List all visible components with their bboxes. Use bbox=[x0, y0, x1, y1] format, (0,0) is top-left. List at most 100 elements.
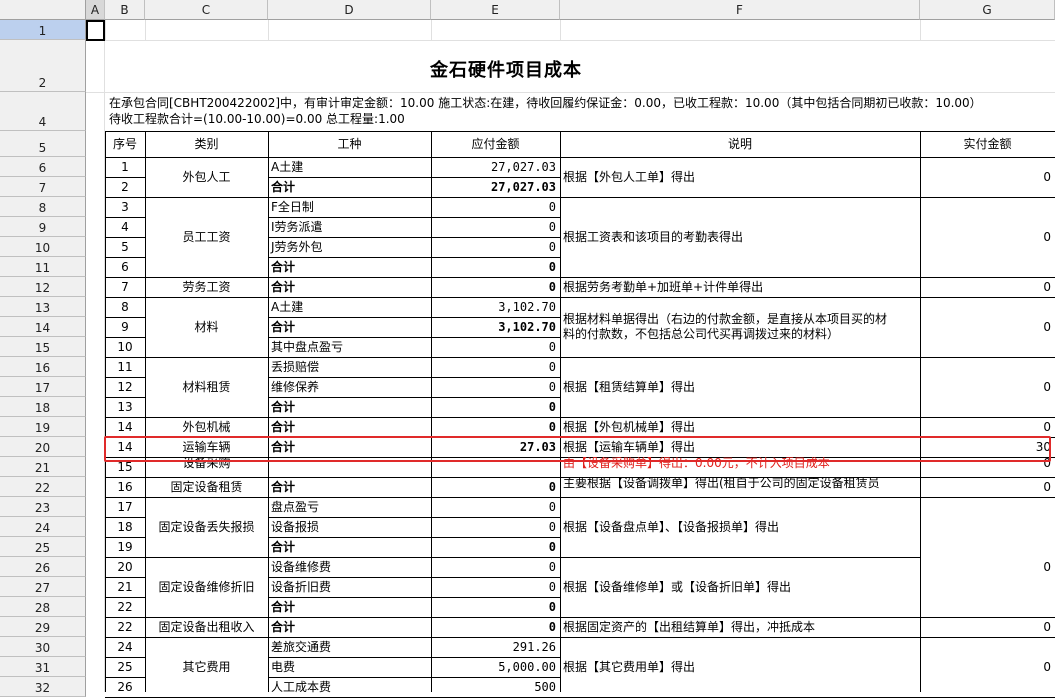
payable-cell[interactable]: 27,027.03 bbox=[431, 177, 560, 197]
category-cell[interactable]: 运输车辆 bbox=[145, 437, 268, 457]
description-cell-red[interactable]: 由【设备采购单】得出：0.00元，不计入项目成本 bbox=[560, 457, 920, 469]
row-header[interactable]: 28 bbox=[0, 597, 86, 617]
work-type-cell[interactable]: 合计 bbox=[268, 617, 431, 637]
payable-cell[interactable]: 0 bbox=[431, 597, 560, 617]
payable-cell[interactable]: 0 bbox=[431, 477, 560, 497]
seq-cell[interactable]: 25 bbox=[105, 657, 145, 677]
description-cell[interactable]: 根据【运输车辆单】得出 bbox=[560, 437, 920, 457]
payable-cell[interactable]: 0 bbox=[431, 617, 560, 637]
payable-cell[interactable] bbox=[431, 457, 560, 477]
paid-cell[interactable]: 0 bbox=[920, 277, 1055, 297]
work-type-cell[interactable]: 合计 bbox=[268, 597, 431, 617]
payable-cell[interactable]: 0 bbox=[431, 377, 560, 397]
row-header[interactable]: 17 bbox=[0, 377, 86, 397]
payable-cell[interactable]: 0 bbox=[431, 277, 560, 297]
column-header-b[interactable]: B bbox=[105, 0, 145, 20]
column-header-g[interactable]: G bbox=[920, 0, 1055, 20]
row-header[interactable]: 6 bbox=[0, 157, 86, 177]
seq-cell[interactable]: 11 bbox=[105, 357, 145, 377]
active-cell-a1[interactable] bbox=[86, 20, 105, 41]
work-type-cell[interactable]: 电费 bbox=[268, 657, 431, 677]
category-cell[interactable]: 固定设备租赁 bbox=[145, 477, 268, 497]
payable-cell[interactable]: 500 bbox=[431, 677, 560, 697]
payable-cell[interactable]: 27,027.03 bbox=[431, 157, 560, 177]
seq-cell[interactable]: 7 bbox=[105, 277, 145, 297]
category-cell[interactable]: 外包机械 bbox=[145, 417, 268, 437]
description-cell[interactable]: 根据固定资产的【出租结算单】得出，冲抵成本 bbox=[560, 617, 920, 637]
work-type-cell[interactable]: 合计 bbox=[268, 257, 431, 277]
work-type-cell[interactable]: 合计 bbox=[268, 277, 431, 297]
row-header[interactable]: 20 bbox=[0, 437, 86, 457]
work-type-cell[interactable]: I劳务派遣 bbox=[268, 217, 431, 237]
seq-cell[interactable]: 10 bbox=[105, 337, 145, 357]
work-type-cell[interactable]: 合计 bbox=[268, 437, 431, 457]
seq-cell[interactable]: 17 bbox=[105, 497, 145, 517]
column-header-e[interactable]: E bbox=[431, 0, 560, 20]
payable-cell[interactable]: 0 bbox=[431, 357, 560, 377]
seq-cell[interactable]: 22 bbox=[105, 597, 145, 617]
row-header[interactable]: 2 bbox=[0, 40, 86, 92]
work-type-cell[interactable]: 设备折旧费 bbox=[268, 577, 431, 597]
column-header-c[interactable]: C bbox=[145, 0, 268, 20]
seq-cell[interactable]: 12 bbox=[105, 377, 145, 397]
seq-cell[interactable]: 9 bbox=[105, 317, 145, 337]
seq-cell[interactable]: 18 bbox=[105, 517, 145, 537]
paid-cell[interactable]: 0 bbox=[920, 197, 1055, 277]
paid-cell[interactable]: 0 bbox=[920, 417, 1055, 437]
seq-cell[interactable]: 6 bbox=[105, 257, 145, 277]
row-header[interactable]: 30 bbox=[0, 637, 86, 657]
seq-cell[interactable]: 19 bbox=[105, 537, 145, 557]
payable-cell[interactable]: 0 bbox=[431, 417, 560, 437]
work-type-cell[interactable]: 合计 bbox=[268, 317, 431, 337]
description-cell[interactable]: 根据【外包人工单】得出 bbox=[560, 157, 920, 197]
category-cell[interactable]: 其它费用 bbox=[145, 637, 268, 697]
column-header-f[interactable]: F bbox=[560, 0, 920, 20]
work-type-cell[interactable]: 设备报损 bbox=[268, 517, 431, 537]
row-header[interactable]: 32 bbox=[0, 677, 86, 697]
row-header[interactable]: 26 bbox=[0, 557, 86, 577]
seq-cell[interactable]: 21 bbox=[105, 577, 145, 597]
paid-cell[interactable]: 0 bbox=[920, 637, 1055, 697]
category-cell[interactable]: 员工工资 bbox=[145, 197, 268, 277]
row-header[interactable]: 31 bbox=[0, 657, 86, 677]
column-header-d[interactable]: D bbox=[268, 0, 431, 20]
work-type-cell[interactable]: 丢损赔偿 bbox=[268, 357, 431, 377]
payable-cell[interactable]: 0 bbox=[431, 197, 560, 217]
category-cell[interactable]: 材料 bbox=[145, 297, 268, 357]
row-header[interactable]: 7 bbox=[0, 177, 86, 197]
work-type-cell[interactable]: 人工成本费 bbox=[268, 677, 431, 697]
payable-cell[interactable]: 0 bbox=[431, 577, 560, 597]
category-cell[interactable]: 固定设备丢失报损 bbox=[145, 497, 268, 557]
paid-cell[interactable]: 0 bbox=[920, 157, 1055, 197]
work-type-cell[interactable]: 其中盘点盈亏 bbox=[268, 337, 431, 357]
seq-cell[interactable]: 13 bbox=[105, 397, 145, 417]
seq-cell[interactable]: 26 bbox=[105, 677, 145, 697]
work-type-cell[interactable]: A土建 bbox=[268, 297, 431, 317]
paid-cell[interactable]: 0 bbox=[920, 617, 1055, 637]
payable-cell[interactable]: 0 bbox=[431, 397, 560, 417]
work-type-cell[interactable]: 设备维修费 bbox=[268, 557, 431, 577]
payable-cell[interactable]: 3,102.70 bbox=[431, 317, 560, 337]
work-type-cell[interactable]: 差旅交通费 bbox=[268, 637, 431, 657]
description-cell[interactable]: 根据工资表和该项目的考勤表得出 bbox=[560, 197, 920, 277]
description-cell[interactable]: 根据【设备盘点单】、【设备报损单】得出 bbox=[560, 497, 920, 557]
row-header[interactable]: 25 bbox=[0, 537, 86, 557]
payable-cell[interactable]: 0 bbox=[431, 217, 560, 237]
seq-cell[interactable]: 15 bbox=[105, 457, 145, 477]
payable-cell[interactable]: 291.26 bbox=[431, 637, 560, 657]
description-cell[interactable]: 根据【外包机械单】得出 bbox=[560, 417, 920, 437]
paid-cell[interactable]: 0 bbox=[920, 477, 1055, 497]
row-header[interactable]: 19 bbox=[0, 417, 86, 437]
description-cell[interactable]: 根据【租赁结算单】得出 bbox=[560, 357, 920, 417]
description-cell[interactable]: 根据劳务考勤单+加班单+计件单得出 bbox=[560, 277, 920, 297]
row-header[interactable]: 13 bbox=[0, 297, 86, 317]
paid-cell[interactable]: 30 bbox=[920, 437, 1055, 457]
payable-cell[interactable]: 0 bbox=[431, 517, 560, 537]
payable-cell[interactable]: 0 bbox=[431, 557, 560, 577]
category-cell[interactable]: 设备采购 bbox=[145, 457, 268, 469]
work-type-cell[interactable]: 合计 bbox=[268, 417, 431, 437]
row-header[interactable]: 21 bbox=[0, 457, 86, 477]
work-type-cell[interactable] bbox=[268, 457, 431, 477]
description-cell[interactable]: 根据【其它费用单】得出 bbox=[560, 637, 920, 697]
row-header[interactable]: 16 bbox=[0, 357, 86, 377]
